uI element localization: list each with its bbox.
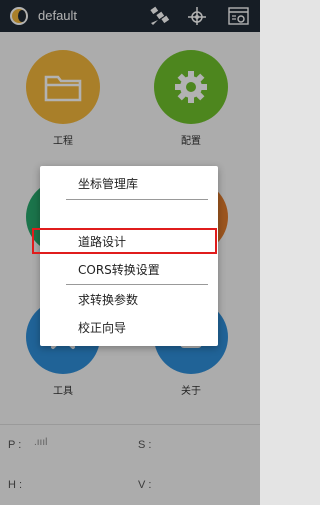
menu-divider (66, 284, 208, 285)
selection-highlight-box (32, 228, 217, 254)
popup-menu: 坐标管理库 道路设计 CORS转换设置 求转换参数 校正向导 (40, 166, 218, 346)
menu-item-transform-params[interactable]: 求转换参数 (40, 286, 218, 314)
menu-item-cors-settings[interactable]: CORS转换设置 (40, 256, 218, 284)
menu-item-calibration-wizard[interactable]: 校正向导 (40, 314, 218, 342)
menu-item-coordinate-library[interactable]: 坐标管理库 (40, 170, 218, 198)
menu-divider (66, 199, 208, 200)
